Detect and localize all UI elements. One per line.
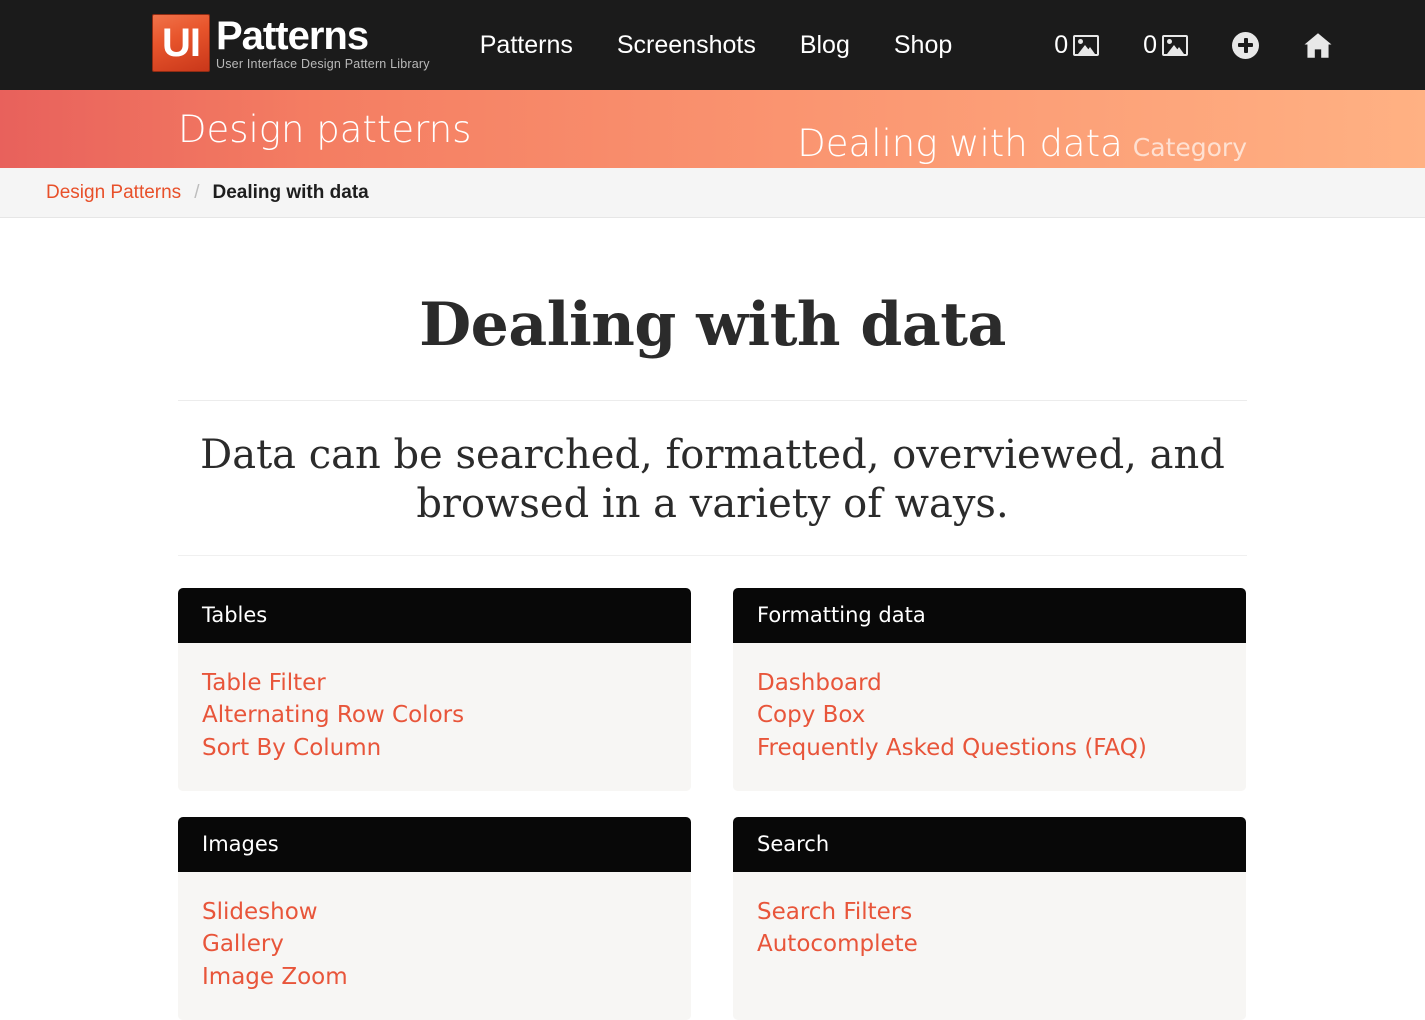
hero-category-kind: Category [1132,133,1247,162]
logo-mark-icon: UI [152,14,210,72]
counter-value-2: 0 [1143,30,1158,59]
pattern-panel-formatting-data: Formatting data Dashboard Copy Box Frequ… [733,587,1246,791]
site-logo[interactable]: UI Patterns User Interface Design Patter… [152,14,430,76]
breadcrumb-separator: / [194,181,200,203]
nav-item-patterns[interactable]: Patterns [458,31,595,60]
breadcrumb-current: Dealing with data [212,181,369,203]
panel-body: Table Filter Alternating Row Colors Sort… [178,642,691,791]
panel-header: Formatting data [733,587,1246,643]
home-icon [1304,32,1332,58]
lead-divider [178,554,1247,556]
pattern-link[interactable]: Dashboard [757,667,1222,700]
hero-category-group: Dealing with data Category [797,125,1247,162]
pattern-link[interactable]: Sort By Column [202,732,667,765]
counter-value-1: 0 [1054,30,1069,59]
add-button[interactable] [1210,31,1281,59]
pattern-panel-tables: Tables Table Filter Alternating Row Colo… [178,587,691,791]
pattern-link[interactable]: Autocomplete [757,928,1222,961]
nav-utility-group: 0 0 [1032,30,1355,59]
pattern-link[interactable]: Frequently Asked Questions (FAQ) [757,732,1222,765]
pattern-link[interactable]: Alternating Row Colors [202,699,667,732]
breadcrumb-parent-link[interactable]: Design Patterns [46,182,181,204]
picture-icon [1162,34,1189,56]
panel-body: Slideshow Gallery Image Zoom [178,871,691,1020]
page-title: Dealing with data [419,290,1006,360]
plus-circle-icon [1232,31,1260,59]
nav-item-shop[interactable]: Shop [872,31,974,60]
nav-item-screenshots[interactable]: Screenshots [595,31,778,60]
nav-item-blog[interactable]: Blog [778,31,872,60]
pattern-link[interactable]: Table Filter [202,667,667,700]
page-lead-text: Data can be searched, formatted, overvie… [200,432,1225,527]
logo-tagline: User Interface Design Pattern Library [216,56,430,71]
category-hero-banner: Design patterns Dealing with data Catego… [0,90,1425,168]
panel-header: Search [733,816,1246,872]
main-content: Dealing with data Data can be searched, … [0,218,1425,1020]
top-navigation-bar: UI Patterns User Interface Design Patter… [0,0,1425,90]
hero-section-label: Design patterns [178,107,472,151]
home-button[interactable] [1281,32,1355,59]
breadcrumb-bar: Design Patterns / Dealing with data [0,168,1425,218]
pattern-link[interactable]: Slideshow [202,896,667,929]
pattern-panel-search: Search Search Filters Autocomplete [733,816,1246,1020]
panel-header: Images [178,816,691,872]
primary-nav: Patterns Screenshots Blog Shop [458,31,975,60]
hero-category-title: Dealing with data [797,122,1123,165]
panel-body: Dashboard Copy Box Frequently Asked Ques… [733,642,1246,791]
title-divider [178,400,1247,401]
panel-body: Search Filters Autocomplete [733,871,1246,987]
picture-icon [1073,34,1100,56]
screenshot-counter-1[interactable]: 0 [1032,30,1121,59]
logo-mark-text: UI [162,21,201,65]
pattern-panel-grid: Tables Table Filter Alternating Row Colo… [178,587,1247,1020]
pattern-panel-images: Images Slideshow Gallery Image Zoom [178,816,691,1020]
pattern-link[interactable]: Search Filters [757,896,1222,929]
logo-text-block: Patterns User Interface Design Pattern L… [216,14,430,72]
screenshot-counter-2[interactable]: 0 [1121,30,1210,59]
logo-wordmark: Patterns [216,13,369,58]
pattern-link[interactable]: Gallery [202,928,667,961]
breadcrumb: Design Patterns / Dealing with data [46,182,369,204]
pattern-link[interactable]: Image Zoom [202,961,667,994]
pattern-link[interactable]: Copy Box [757,699,1222,732]
panel-header: Tables [178,587,691,643]
